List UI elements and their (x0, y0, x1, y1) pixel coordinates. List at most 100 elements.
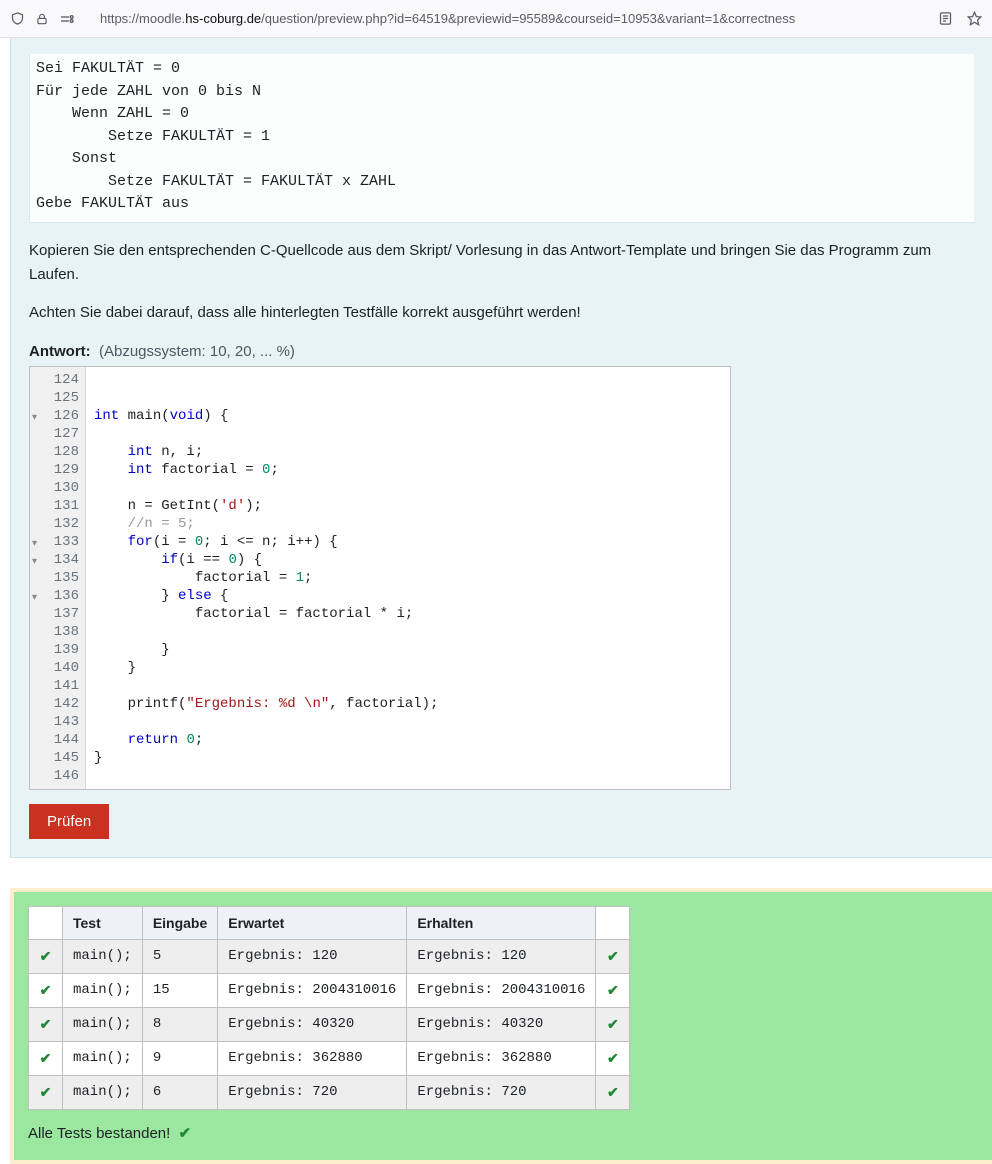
gutter-line: 124 (30, 371, 85, 389)
cell-expected: Ergebnis: 120 (218, 939, 407, 973)
code-line[interactable]: } (94, 749, 730, 767)
url-pre: https://moodle. (100, 11, 185, 26)
code-line[interactable] (94, 371, 730, 389)
code-line[interactable]: return 0; (94, 731, 730, 749)
gutter-line: 143 (30, 713, 85, 731)
code-line[interactable]: int factorial = 0; (94, 461, 730, 479)
check-icon: ✔ (607, 1016, 619, 1032)
col-test: Test (63, 906, 143, 939)
pass-message-text: Alle Tests bestanden! (28, 1125, 170, 1142)
table-row: ✔main();9Ergebnis: 362880Ergebnis: 36288… (29, 1041, 630, 1075)
code-line[interactable]: factorial = 1; (94, 569, 730, 587)
check-icon: ✔ (607, 1050, 619, 1066)
gutter-line: 134▾ (30, 551, 85, 569)
check-icon: ✔ (607, 982, 619, 998)
cell-got: Ergebnis: 40320 (407, 1007, 596, 1041)
code-editor[interactable]: 124125126▾127128129130131132133▾134▾1351… (29, 366, 731, 790)
url-text[interactable]: https://moodle.hs-coburg.de/question/pre… (100, 11, 928, 26)
gutter-line: 146 (30, 767, 85, 785)
cell-test: main(); (63, 1007, 143, 1041)
gutter-line: 129 (30, 461, 85, 479)
col-got: Erhalten (407, 906, 596, 939)
code-line[interactable]: } (94, 659, 730, 677)
cell-test: main(); (63, 1075, 143, 1109)
cell-got: Ergebnis: 2004310016 (407, 973, 596, 1007)
cell-got: Ergebnis: 120 (407, 939, 596, 973)
cell-input: 8 (142, 1007, 217, 1041)
instruction-line-1: Kopieren Sie den entsprechenden C-Quellc… (29, 239, 974, 287)
code-line[interactable]: printf("Ergebnis: %d \n", factorial); (94, 695, 730, 713)
question-panel: Sei FAKULTÄT = 0 Für jede ZAHL von 0 bis… (10, 38, 992, 858)
code-line[interactable] (94, 479, 730, 497)
cell-input: 15 (142, 973, 217, 1007)
cell-expected: Ergebnis: 720 (218, 1075, 407, 1109)
code-line[interactable]: } (94, 641, 730, 659)
code-line[interactable] (94, 425, 730, 443)
cell-input: 5 (142, 939, 217, 973)
gutter-line: 140 (30, 659, 85, 677)
gutter-line: 131 (30, 497, 85, 515)
code-line[interactable]: if(i == 0) { (94, 551, 730, 569)
check-icon: ✔ (40, 982, 52, 998)
editor-code-area[interactable]: int main(void) { int n, i; int factorial… (86, 367, 730, 789)
feedback-panel: Test Eingabe Erwartet Erhalten ✔main();5… (10, 888, 992, 1164)
gutter-line: 137 (30, 605, 85, 623)
check-icon: ✔ (607, 1084, 619, 1100)
code-line[interactable]: for(i = 0; i <= n; i++) { (94, 533, 730, 551)
cell-input: 9 (142, 1041, 217, 1075)
pseudocode-block: Sei FAKULTÄT = 0 Für jede ZAHL von 0 bis… (29, 54, 974, 223)
gutter-line: 136▾ (30, 587, 85, 605)
gutter-line: 135 (30, 569, 85, 587)
lock-icon (35, 12, 49, 26)
check-icon: ✔ (40, 948, 52, 964)
check-icon: ✔ (40, 1016, 52, 1032)
gutter-line: 144 (30, 731, 85, 749)
url-domain: hs-coburg.de (185, 11, 261, 26)
gutter-line: 125 (30, 389, 85, 407)
code-line[interactable] (94, 677, 730, 695)
cell-got: Ergebnis: 362880 (407, 1041, 596, 1075)
code-line[interactable]: //n = 5; (94, 515, 730, 533)
gutter-line: 139 (30, 641, 85, 659)
col-expected: Erwartet (218, 906, 407, 939)
cell-test: main(); (63, 973, 143, 1007)
check-icon: ✔ (40, 1050, 52, 1066)
editor-gutter: 124125126▾127128129130131132133▾134▾1351… (30, 367, 86, 789)
code-line[interactable]: factorial = factorial * i; (94, 605, 730, 623)
cell-expected: Ergebnis: 40320 (218, 1007, 407, 1041)
cell-input: 6 (142, 1075, 217, 1109)
col-input: Eingabe (142, 906, 217, 939)
code-line[interactable]: int main(void) { (94, 407, 730, 425)
code-line[interactable] (94, 623, 730, 641)
reader-mode-icon[interactable] (934, 11, 957, 26)
gutter-line: 130 (30, 479, 85, 497)
code-line[interactable] (94, 767, 730, 785)
cell-expected: Ergebnis: 362880 (218, 1041, 407, 1075)
code-line[interactable]: } else { (94, 587, 730, 605)
code-line[interactable] (94, 389, 730, 407)
shield-icon (10, 11, 25, 26)
permissions-icon (59, 12, 75, 26)
browser-address-bar: https://moodle.hs-coburg.de/question/pre… (0, 0, 992, 38)
cell-test: main(); (63, 1041, 143, 1075)
check-icon: ✔ (40, 1084, 52, 1100)
code-line[interactable]: int n, i; (94, 443, 730, 461)
gutter-line: 126▾ (30, 407, 85, 425)
gutter-line: 128 (30, 443, 85, 461)
cell-got: Ergebnis: 720 (407, 1075, 596, 1109)
code-line[interactable]: n = GetInt('d'); (94, 497, 730, 515)
check-icon: ✔ (179, 1125, 192, 1142)
gutter-line: 133▾ (30, 533, 85, 551)
table-row: ✔main();6Ergebnis: 720Ergebnis: 720✔ (29, 1075, 630, 1109)
question-text: Kopieren Sie den entsprechenden C-Quellc… (29, 239, 974, 325)
gutter-line: 132 (30, 515, 85, 533)
bookmark-star-icon[interactable] (963, 11, 986, 26)
gutter-line: 145 (30, 749, 85, 767)
check-icon: ✔ (607, 948, 619, 964)
gutter-line: 138 (30, 623, 85, 641)
answer-hint: (Abzugssystem: 10, 20, ... %) (99, 343, 295, 360)
code-line[interactable] (94, 713, 730, 731)
results-header-row: Test Eingabe Erwartet Erhalten (29, 906, 630, 939)
check-button[interactable]: Prüfen (29, 804, 109, 839)
gutter-line: 142 (30, 695, 85, 713)
